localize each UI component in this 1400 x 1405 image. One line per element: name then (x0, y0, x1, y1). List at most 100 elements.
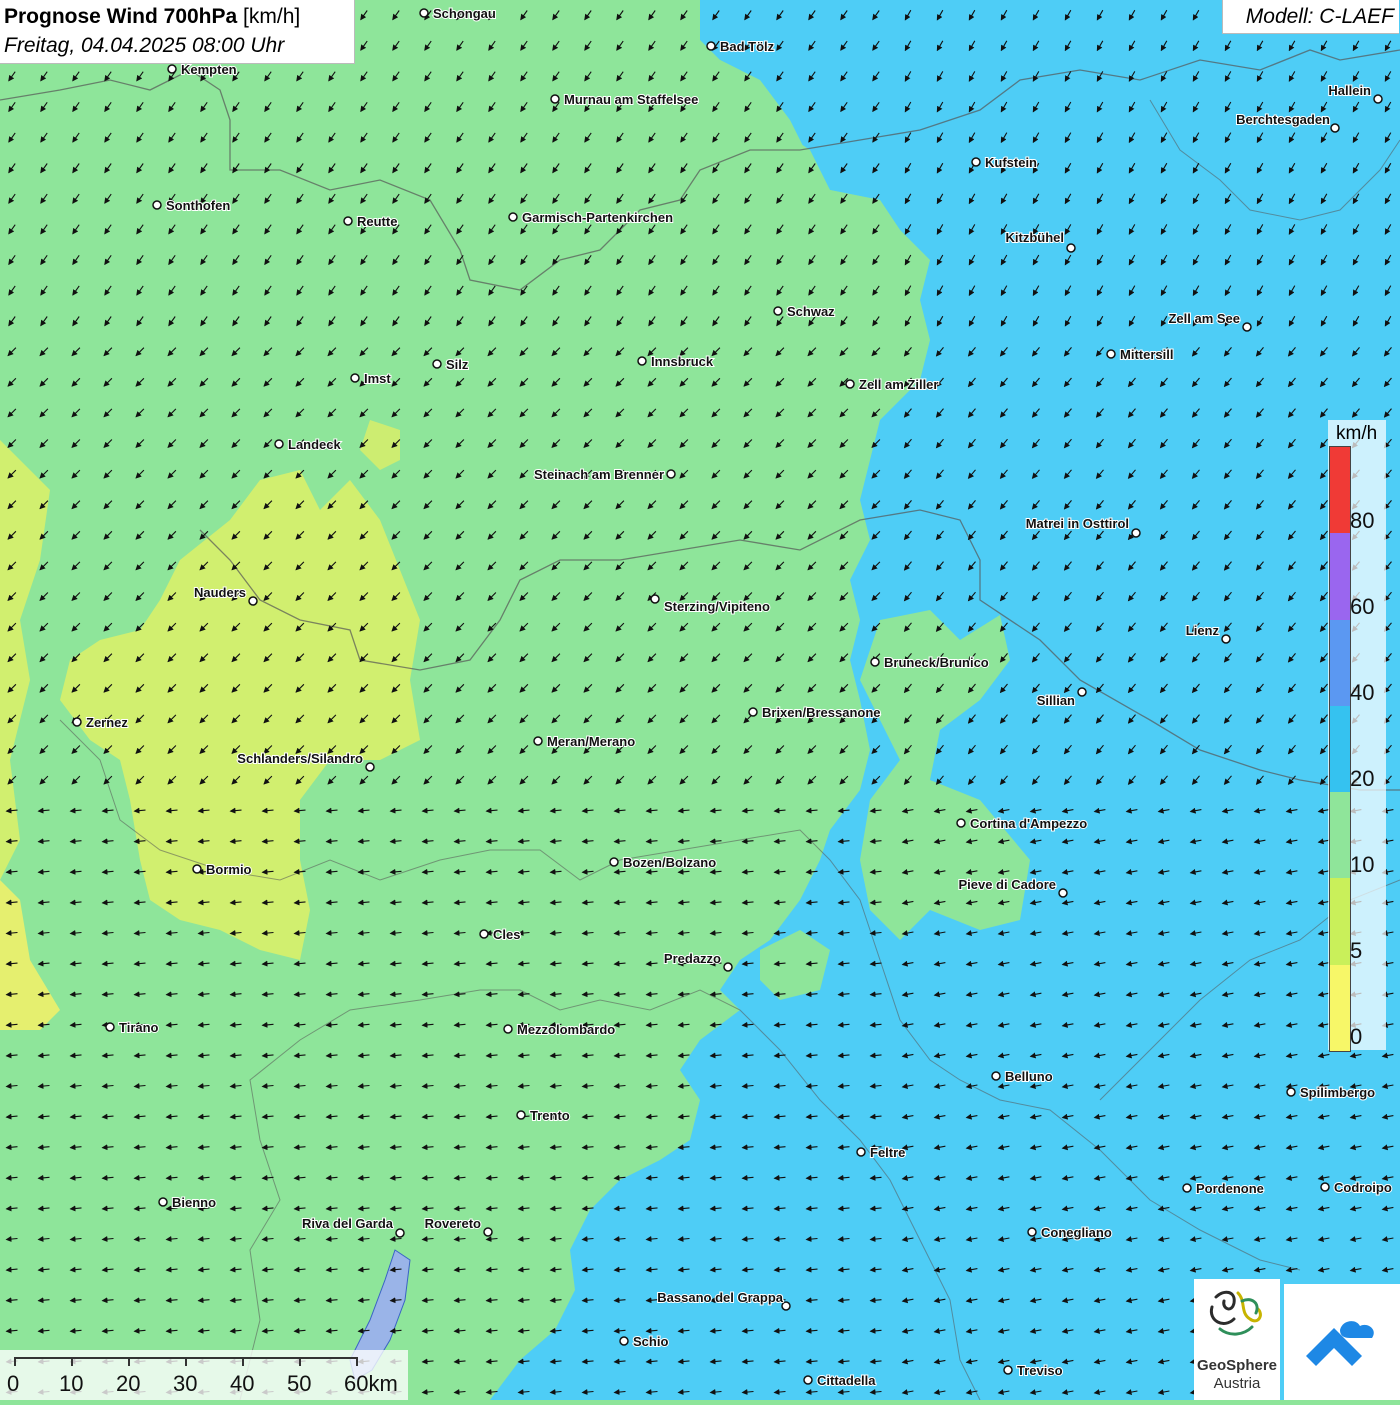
legend-unit: km/h (1336, 423, 1378, 444)
city-dot-icon (503, 1024, 513, 1034)
city-dot-icon (516, 1110, 526, 1120)
model-label-box: Modell: C-LAEF (1222, 0, 1399, 34)
city-dot-icon (666, 469, 676, 479)
city-dot-icon (1330, 123, 1340, 133)
city-dot-icon (991, 1071, 1001, 1081)
city-dot-icon (1131, 528, 1141, 538)
app-logo[interactable] (1284, 1284, 1400, 1400)
city-marker[interactable]: Zell am Ziller (845, 376, 939, 393)
scale-tick (14, 1357, 16, 1366)
scale-tick (128, 1357, 130, 1366)
city-label: Landeck (288, 437, 342, 452)
city-label: Bozen/Bolzano (623, 855, 716, 870)
city-label: Bruneck/Brunico (884, 655, 989, 670)
city-label: Steinach am Brenner (534, 467, 664, 482)
city-marker[interactable]: Spilimbergo (1286, 1084, 1376, 1101)
city-dot-icon (483, 1227, 493, 1237)
city-marker[interactable]: Murnau am Staffelsee (550, 91, 699, 108)
city-marker[interactable]: Garmisch-Partenkirchen (508, 209, 674, 226)
city-label: Feltre (870, 1145, 905, 1160)
city-dot-icon (248, 596, 258, 606)
city-marker[interactable]: Steinach am Brenner (533, 466, 676, 483)
city-dot-icon (619, 1336, 629, 1346)
city-label: Riva del Garda (302, 1216, 394, 1231)
city-dot-icon (956, 818, 966, 828)
legend-label: 40 (1350, 680, 1375, 705)
city-dot-icon (1182, 1183, 1192, 1193)
legend-color-bar (1329, 446, 1351, 1052)
city-label: Cles (493, 927, 520, 942)
city-dot-icon (1242, 322, 1252, 332)
legend-swatch (1330, 705, 1350, 793)
scale-label: 50 (287, 1371, 312, 1396)
city-label: Codroipo (1334, 1180, 1392, 1195)
scale-label: 40 (230, 1371, 255, 1396)
city-label: Schio (633, 1334, 668, 1349)
city-dot-icon (748, 707, 758, 717)
city-dot-icon (167, 64, 177, 74)
scale-tick (71, 1357, 73, 1366)
city-label: Bormio (206, 862, 252, 877)
city-label: Innsbruck (651, 354, 714, 369)
city-label: Sonthofen (166, 198, 230, 213)
city-label: Silz (446, 357, 469, 372)
city-label: Zernez (86, 715, 128, 730)
city-label: Rovereto (425, 1216, 481, 1231)
city-label: Brixen/Bressanone (762, 705, 881, 720)
city-label: Bassano del Grappa (657, 1290, 783, 1305)
geosphere-logo[interactable]: GeoSphere Austria (1194, 1279, 1280, 1400)
city-label: Bienno (172, 1195, 216, 1210)
city-dot-icon (343, 216, 353, 226)
city-dot-icon (1027, 1227, 1037, 1237)
city-label: Berchtesgaden (1236, 112, 1330, 127)
city-dot-icon (971, 157, 981, 167)
logo-line1: GeoSphere (1196, 1357, 1278, 1374)
city-label: Zell am See (1168, 311, 1240, 326)
city-dot-icon (650, 594, 660, 604)
city-label: Hallein (1328, 83, 1371, 98)
wind-map[interactable]: Schongau Bad Tölz Kempten Murnau am Staffel… (0, 0, 1400, 1400)
city-label: Imst (364, 371, 391, 386)
city-label: Mezzolombardo (517, 1022, 615, 1037)
legend-swatch (1330, 792, 1350, 879)
city-label: Meran/Merano (547, 734, 635, 749)
city-label: Conegliano (1041, 1225, 1112, 1240)
legend-swatch (1330, 619, 1350, 706)
city-dot-icon (609, 857, 619, 867)
city-label: Garmisch-Partenkirchen (522, 210, 673, 225)
legend-label: 5 (1350, 938, 1363, 963)
city-dot-icon (781, 1301, 791, 1311)
city-dot-icon (723, 962, 733, 972)
city-dot-icon (508, 212, 518, 222)
city-label: Pordenone (1196, 1181, 1264, 1196)
city-marker[interactable]: Mezzolombardo (503, 1021, 616, 1038)
city-label: Mittersill (1120, 347, 1173, 362)
city-marker[interactable]: Pordenone (1182, 1180, 1265, 1197)
city-marker[interactable]: Bruneck/Brunico (870, 654, 990, 671)
city-marker[interactable]: Brixen/Bressanone (748, 704, 882, 721)
city-dot-icon (856, 1147, 866, 1157)
city-dot-icon (105, 1022, 115, 1032)
city-dot-icon (803, 1375, 813, 1385)
city-marker[interactable]: Bozen/Bolzano (609, 854, 717, 871)
city-label: Reutte (357, 214, 397, 229)
city-dot-icon (158, 1197, 168, 1207)
city-marker[interactable]: Cortina d'Ampezzo (956, 815, 1088, 832)
city-dot-icon (870, 657, 880, 667)
city-dot-icon (1286, 1087, 1296, 1097)
scale-tick (242, 1357, 244, 1366)
legend-label: 60 (1350, 594, 1375, 619)
city-dot-icon (706, 41, 716, 51)
city-marker[interactable]: Conegliano (1027, 1224, 1113, 1241)
scale-label: 60km (344, 1371, 398, 1396)
map-title: Prognose Wind 700hPa [km/h] (4, 5, 301, 28)
city-dot-icon (1221, 634, 1231, 644)
city-dot-icon (845, 379, 855, 389)
city-marker[interactable]: Meran/Merano (533, 733, 636, 750)
city-label: Matrei in Osttirol (1026, 516, 1129, 531)
city-dot-icon (192, 864, 202, 874)
legend-swatch (1330, 533, 1350, 620)
city-label: Sillian (1037, 693, 1075, 708)
scale-tick (299, 1357, 301, 1366)
city-label: Kempten (181, 62, 237, 77)
